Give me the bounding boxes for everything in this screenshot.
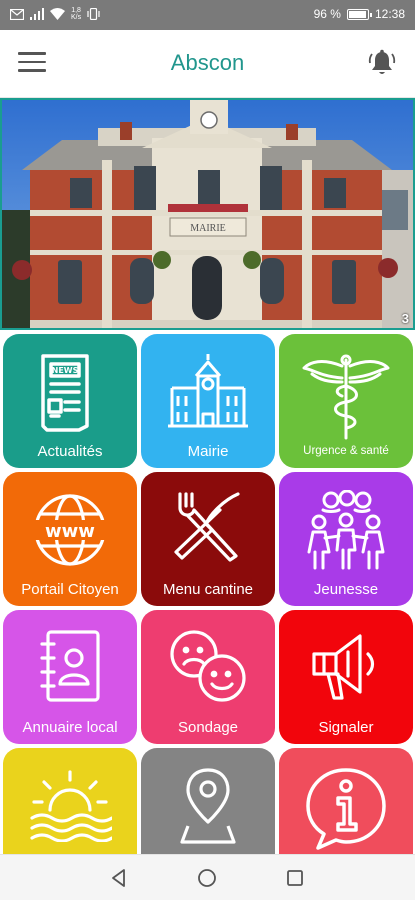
slide-counter: 3 xyxy=(401,311,409,326)
tile-menu-cantine[interactable]: Menu cantine xyxy=(141,472,275,606)
tile-label: Mairie xyxy=(187,443,229,460)
town-hall-photo: MAIRIE xyxy=(2,100,413,328)
battery-percent: 96 % xyxy=(313,7,341,21)
tile-info[interactable] xyxy=(279,748,413,854)
battery-icon xyxy=(346,8,372,20)
children-group-icon xyxy=(307,490,385,570)
tile-sun-waves[interactable] xyxy=(3,748,137,854)
caduceus-icon xyxy=(302,354,390,440)
tile-label: Urgence & santé xyxy=(303,445,389,457)
hero-banner[interactable]: MAIRIE 3 xyxy=(0,98,415,330)
smiley-faces-icon xyxy=(170,630,246,702)
wifi-icon xyxy=(50,8,65,20)
tile-label: Annuaire local xyxy=(22,719,118,736)
map-pin-icon xyxy=(180,768,236,844)
newspaper-icon: NEWS xyxy=(41,354,89,432)
mail-icon xyxy=(10,8,24,20)
tiles-grid: NEWS Actualités Mairie Urgence & santé w… xyxy=(0,332,415,854)
sun-waves-icon xyxy=(30,770,112,842)
network-speed-value: 1,8 xyxy=(71,7,81,14)
tile-jeunesse[interactable]: Jeunesse xyxy=(279,472,413,606)
tile-map[interactable] xyxy=(141,748,275,854)
contact-book-icon xyxy=(40,630,100,702)
tile-label: Signaler xyxy=(318,719,374,736)
bell-icon[interactable] xyxy=(367,48,397,78)
tile-label: Sondage xyxy=(177,719,239,736)
info-bubble-icon xyxy=(306,768,386,850)
tile-signaler[interactable]: Signaler xyxy=(279,610,413,744)
vibrate-icon xyxy=(87,8,100,20)
network-speed-unit: K/s xyxy=(71,14,82,21)
fork-knife-icon xyxy=(174,492,240,562)
tile-label: Portail Citoyen xyxy=(21,581,119,598)
recents-square-icon[interactable] xyxy=(284,867,306,889)
tile-label: Menu cantine xyxy=(162,581,254,598)
tile-actualites[interactable]: NEWS Actualités xyxy=(3,334,137,468)
tile-sondage[interactable]: Sondage xyxy=(141,610,275,744)
status-left: 1,8 K/s xyxy=(10,7,100,21)
app-title: Abscon xyxy=(170,50,245,75)
tile-label: Actualités xyxy=(37,443,103,460)
back-triangle-icon[interactable] xyxy=(108,867,130,889)
signal-icon xyxy=(30,8,44,20)
tile-urgence-sante[interactable]: Urgence & santé xyxy=(279,334,413,468)
tile-mairie[interactable]: Mairie xyxy=(141,334,275,468)
megaphone-icon xyxy=(312,634,375,700)
svg-text:NEWS: NEWS xyxy=(52,366,79,375)
town-hall-icon xyxy=(168,354,248,428)
status-bar: 1,8 K/s 96 % 12:38 xyxy=(0,0,415,30)
tile-annuaire-local[interactable]: Annuaire local xyxy=(3,610,137,744)
tile-portail-citoyen[interactable]: www Portail Citoyen xyxy=(3,472,137,606)
network-speed: 1,8 K/s xyxy=(71,7,81,21)
home-circle-icon[interactable] xyxy=(196,867,218,889)
system-nav-bar xyxy=(0,854,415,900)
clock: 12:38 xyxy=(374,7,405,21)
status-right: 96 % 12:38 xyxy=(314,7,405,21)
tile-label: Jeunesse xyxy=(313,581,379,598)
app-bar: Abscon xyxy=(0,30,415,98)
building-plaque: MAIRIE xyxy=(190,223,226,234)
svg-text:www: www xyxy=(45,521,95,542)
globe-www-icon: www xyxy=(32,494,108,566)
